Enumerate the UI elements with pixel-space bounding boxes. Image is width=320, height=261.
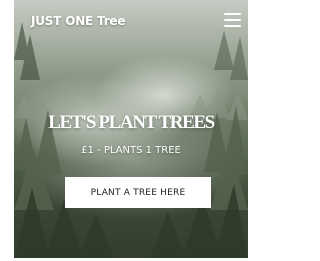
page: JUST ONE Tree LET'S PLANT TREES £1 - PLA…: [0, 0, 252, 261]
hero-headline: LET'S PLANT TREES: [48, 112, 215, 133]
hero-subline: £1 - PLANTS 1 TREE: [81, 145, 181, 156]
menu-bar: [224, 25, 241, 27]
menu-bar: [224, 13, 241, 15]
plant-a-tree-button[interactable]: PLANT A TREE HERE: [65, 177, 211, 208]
menu-bar: [224, 19, 241, 21]
hamburger-menu-icon[interactable]: [224, 12, 241, 27]
hero-section: JUST ONE Tree LET'S PLANT TREES £1 - PLA…: [14, 0, 248, 258]
brand-logo[interactable]: JUST ONE Tree: [31, 14, 125, 28]
